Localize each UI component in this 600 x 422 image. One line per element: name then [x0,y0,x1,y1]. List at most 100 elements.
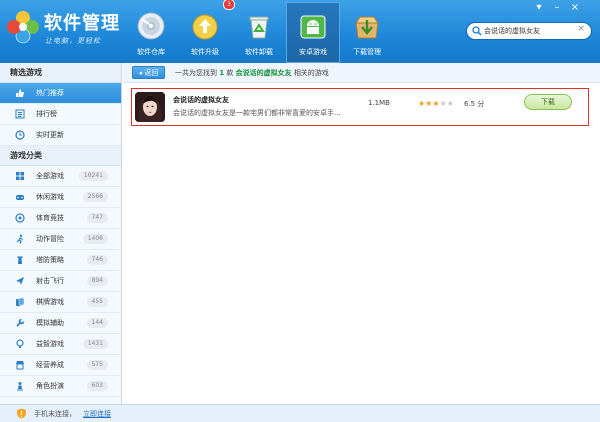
clock-icon [15,130,25,140]
nav-download-manager[interactable]: 下载管理 [340,2,394,63]
close-button[interactable]: × [566,2,584,14]
clear-search-icon[interactable]: × [577,24,585,34]
category-count: 747 [86,213,108,223]
app-rating: 6.5 分 [464,100,485,108]
app-logo-icon [7,11,39,44]
window-controls: ▾ – × [530,2,584,14]
category-count: 1431 [82,339,108,349]
category-heading: 游戏分类 [0,146,121,166]
sidebar-item-sports[interactable]: 体育竞技 747 [0,208,121,229]
sidebar-item-hot[interactable]: 热门推荐 [0,83,121,104]
sidebar-item-label: 益智游戏 [36,340,64,348]
category-count: 2566 [82,192,108,202]
star-filled-icon: ★ [432,99,440,108]
main-panel: ◂ 返回 一共为您找到 1 款 会说话的虚拟女友 相关的游戏 会说话的虚拟女友 … [123,63,600,404]
tower-icon [17,256,23,264]
category-count: 10241 [78,171,108,181]
minimize-button[interactable]: – [548,2,566,14]
star-filled-icon: ★ [425,99,433,108]
nav-label: 下载管理 [353,48,381,56]
nav-android-games[interactable]: 安卓游戏 [286,2,340,63]
upgrade-icon [192,14,218,40]
grid-icon [16,172,24,180]
result-summary: 一共为您找到 1 款 会说话的虚拟女友 相关的游戏 [175,68,329,78]
shop-icon [16,361,24,370]
menu-dropdown-button[interactable]: ▾ [530,2,548,14]
app-thumbnail [135,92,165,122]
nav-software-store[interactable]: 软件仓库 [124,2,178,63]
sidebar-item-label: 全部游戏 [36,172,64,180]
search-box: × [466,22,592,40]
star-empty-icon: ★ [439,99,447,108]
casual-icon [16,195,24,200]
sidebar-item-label: 热门推荐 [36,89,64,97]
sidebar-item-tower-defense[interactable]: 塔防策略 746 [0,250,121,271]
list-icon [15,109,25,119]
app-slogan: 让电脑，更轻松 [45,37,101,45]
back-button[interactable]: ◂ 返回 [132,66,165,79]
result-count: 1 [219,69,225,77]
disc-icon [137,12,165,40]
bulb-icon [16,339,24,348]
chess-icon [17,382,23,391]
shield-warning-icon [17,408,26,419]
ball-icon [15,213,25,223]
cards-icon [16,297,25,306]
app-description: 会说话的虚拟女友是一款宅男们都非常喜爱的安卓手... [173,109,341,117]
list-item[interactable]: 会说话的虚拟女友 会说话的虚拟女友是一款宅男们都非常喜爱的安卓手... 1.1M… [131,88,589,126]
nav-software-upgrade[interactable]: 3 软件升级 [178,0,235,63]
app-title: 软件管理 [44,13,120,34]
sidebar-item-board-card[interactable]: 棋牌游戏 455 [0,292,121,313]
sidebar-item-label: 塔防策略 [36,256,64,264]
sidebar-item-management[interactable]: 经营养成 575 [0,355,121,376]
result-unit: 款 [226,69,234,77]
result-keyword: 会说话的虚拟女友 [235,69,292,77]
sidebar: 精选游戏 热门推荐 排行榜 实时更新 游戏分类 全部游戏 10241 休闲游戏 … [0,63,122,404]
category-count: 603 [86,381,108,391]
download-button[interactable]: 下载 [524,94,572,110]
sidebar-item-label: 实时更新 [36,131,64,139]
rating-stars: ★ ★ ★ ★ ★ [418,99,454,108]
plane-icon [16,277,24,285]
sidebar-item-simulation[interactable]: 模拟辅助 144 [0,313,121,334]
result-prefix: 一共为您找到 [175,69,217,77]
sidebar-item-ranking[interactable]: 排行榜 [0,104,121,125]
sidebar-item-rpg[interactable]: 角色扮演 603 [0,376,121,397]
status-bar: 手机未连接， 立即连接 [0,404,600,422]
star-filled-icon: ★ [418,99,426,108]
android-icon [300,15,326,39]
category-count: 144 [86,318,108,328]
nav-label: 安卓游戏 [299,48,327,56]
app-name[interactable]: 会说话的虚拟女友 [173,95,229,105]
sidebar-item-updates[interactable]: 实时更新 [0,125,121,146]
sidebar-item-label: 排行榜 [36,110,57,118]
sidebar-item-shooting[interactable]: 射击飞行 894 [0,271,121,292]
sidebar-item-label: 模拟辅助 [36,319,64,327]
runner-icon [16,234,23,244]
category-count: 1406 [82,234,108,244]
title-bar: 软件管理 让电脑，更轻松 软件仓库 3 软件升级 软件卸载 安卓游戏 下载管理 … [0,0,600,63]
star-empty-icon: ★ [446,99,454,108]
results-toolbar: ◂ 返回 一共为您找到 1 款 会说话的虚拟女友 相关的游戏 [123,63,600,83]
connection-status: 手机未连接， [34,410,76,418]
main-nav: 软件仓库 3 软件升级 软件卸载 安卓游戏 下载管理 [124,0,394,63]
thumb-up-icon [16,89,24,97]
sidebar-item-label: 射击飞行 [36,277,64,285]
nav-label: 软件升级 [191,48,219,56]
sidebar-item-all-games[interactable]: 全部游戏 10241 [0,166,121,187]
result-suffix: 相关的游戏 [293,69,329,77]
nav-software-uninstall[interactable]: 软件卸载 [232,2,286,63]
featured-heading: 精选游戏 [0,63,121,83]
search-input[interactable] [484,24,576,38]
sidebar-item-action[interactable]: 动作冒险 1406 [0,229,121,250]
recycle-bin-icon [249,16,269,39]
sidebar-item-casual[interactable]: 休闲游戏 2566 [0,187,121,208]
search-icon[interactable] [472,26,482,36]
sidebar-item-label: 棋牌游戏 [36,298,64,306]
category-count: 455 [86,297,108,307]
connect-now-link[interactable]: 立即连接 [83,409,111,419]
sidebar-item-label: 体育竞技 [36,214,64,222]
sidebar-item-puzzle[interactable]: 益智游戏 1431 [0,334,121,355]
category-count: 575 [86,360,108,370]
sidebar-item-label: 角色扮演 [36,382,64,390]
